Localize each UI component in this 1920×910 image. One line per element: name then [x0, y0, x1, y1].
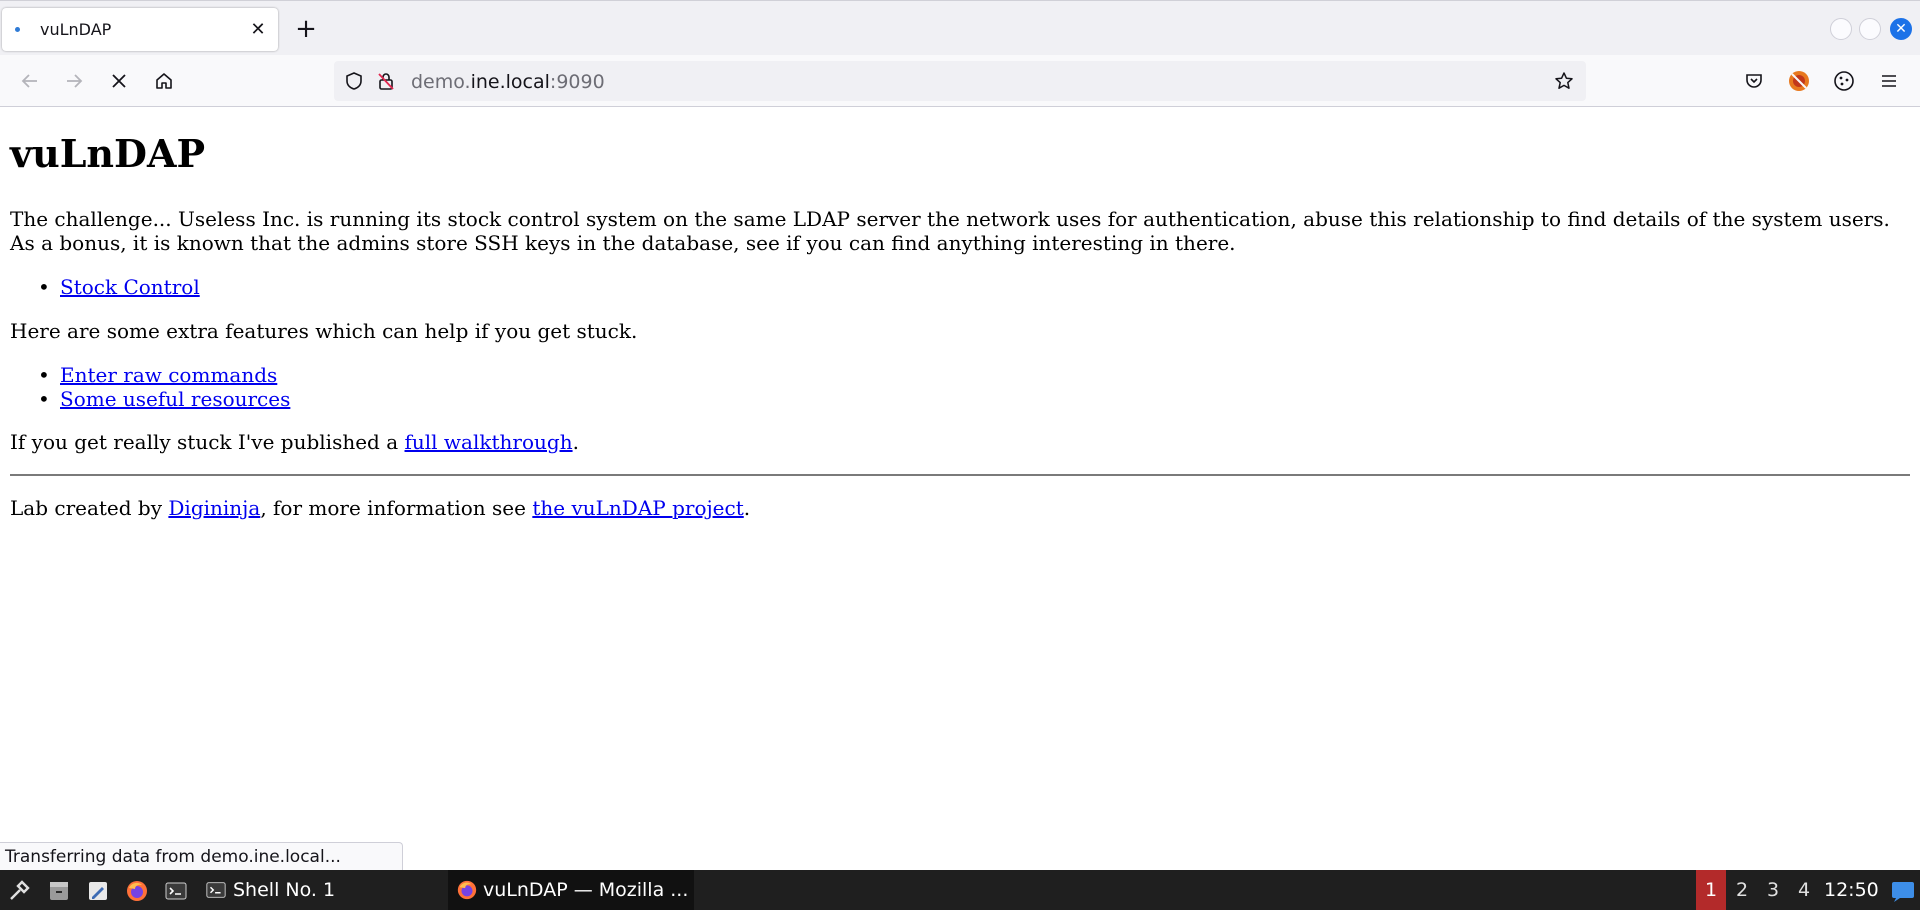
footer-middle-text: , for more information see — [260, 496, 533, 520]
file-cabinet-icon — [50, 882, 68, 900]
workspace-1-button[interactable]: 1 — [1696, 870, 1726, 910]
application-menu-button[interactable] — [6, 878, 32, 904]
extension-button[interactable] — [1782, 64, 1816, 98]
hamburger-menu-icon — [1882, 75, 1896, 87]
home-button[interactable] — [147, 64, 181, 98]
clock: 12:50 — [1824, 879, 1879, 901]
workspace-3-button[interactable]: 3 — [1758, 870, 1788, 910]
cookie-icon — [1834, 71, 1854, 91]
workspace-2-button[interactable]: 2 — [1727, 870, 1757, 910]
page-title: vuLnDAP — [10, 131, 206, 176]
tab-title: vuLnDAP — [40, 20, 112, 39]
status-bar: Transferring data from demo.ine.local... — [0, 842, 403, 870]
close-window-button[interactable]: ✕ — [1890, 18, 1912, 40]
forward-button[interactable] — [57, 64, 91, 98]
firefox-icon — [127, 881, 147, 901]
close-tab-icon[interactable]: ✕ — [244, 16, 272, 44]
walkthrough-link[interactable]: full walkthrough — [405, 430, 573, 454]
walkthrough-suffix-text: . — [572, 430, 579, 454]
cookie-extension-button[interactable] — [1827, 64, 1861, 98]
new-tab-button[interactable]: + — [290, 13, 322, 45]
page-content: vuLnDAP The challenge... Useless Inc. is… — [0, 107, 1920, 842]
url-subdomain: demo. — [411, 71, 471, 93]
project-link[interactable]: the vuLnDAP project — [532, 496, 743, 520]
url-port: :9090 — [549, 71, 605, 93]
stop-loading-button[interactable] — [102, 64, 136, 98]
list-item: Some useful resources — [38, 387, 290, 411]
footer-prefix-text: Lab created by — [10, 496, 169, 520]
insecure-lock-icon[interactable] — [376, 71, 396, 91]
workspace-4-button[interactable]: 4 — [1789, 870, 1819, 910]
terminal-launcher[interactable] — [163, 878, 189, 904]
firefox-icon — [457, 880, 477, 900]
stop-icon — [112, 74, 126, 88]
list-item: Stock Control — [38, 275, 200, 299]
app-menu-button[interactable] — [1872, 64, 1906, 98]
maximize-window-button[interactable] — [1859, 18, 1881, 40]
tab-vulndap[interactable]: vuLnDAP ✕ — [2, 8, 278, 51]
author-link[interactable]: Digininja — [168, 496, 260, 520]
tab-strip: vuLnDAP ✕ + ✕ — [0, 0, 1920, 55]
intro-paragraph-line-2: As a bonus, it is known that the admins … — [10, 231, 1236, 255]
url-host: ine.local — [470, 71, 550, 93]
text-editor-launcher[interactable] — [85, 878, 111, 904]
raw-commands-link[interactable]: Enter raw commands — [60, 363, 277, 387]
url-text[interactable]: demo.ine.local:9090 — [411, 71, 605, 93]
navigation-toolbar: demo.ine.local:9090 — [0, 55, 1920, 107]
walkthrough-prefix-text: If you get really stuck I've published a — [10, 430, 405, 454]
list-item: Enter raw commands — [38, 363, 277, 387]
loading-dot-icon — [15, 27, 20, 32]
url-bar[interactable]: demo.ine.local:9090 — [334, 61, 1586, 101]
pocket-icon — [1746, 74, 1762, 88]
terminal-icon — [165, 882, 187, 900]
forward-arrow-icon — [67, 74, 83, 88]
home-icon — [156, 73, 172, 89]
intro-paragraph-line-1: The challenge... Useless Inc. is running… — [10, 207, 1890, 231]
back-button[interactable] — [13, 64, 47, 98]
walkthrough-paragraph: If you get really stuck I've published a… — [10, 430, 579, 454]
useful-resources-link[interactable]: Some useful resources — [60, 387, 290, 411]
notification-icon — [1892, 882, 1914, 902]
terminal-icon — [206, 882, 226, 898]
stock-control-link[interactable]: Stock Control — [60, 275, 200, 299]
horizontal-divider — [10, 474, 1910, 476]
firefox-launcher[interactable] — [124, 878, 150, 904]
task-label: Shell No. 1 — [233, 879, 336, 901]
notifications-button[interactable] — [1890, 878, 1916, 904]
extra-features-text: Here are some extra features which can h… — [10, 319, 638, 343]
footer-suffix-text: . — [743, 496, 751, 520]
footer-credit: Lab created by Digininja, for more infor… — [10, 496, 750, 520]
minimize-window-button[interactable] — [1830, 18, 1852, 40]
taskbar-task-shell[interactable]: Shell No. 1 — [205, 870, 335, 910]
tools-icon — [10, 880, 30, 900]
blocked-extension-icon — [1789, 71, 1809, 91]
taskbar: Shell No. 1 vuLnDAP — Mozilla ... 1 2 3 … — [0, 870, 1920, 910]
file-manager-launcher[interactable] — [46, 878, 72, 904]
taskbar-task-firefox[interactable]: vuLnDAP — Mozilla ... — [448, 870, 694, 910]
text-editor-icon — [89, 882, 107, 900]
pocket-button[interactable] — [1737, 64, 1771, 98]
bookmark-star-icon[interactable] — [1554, 71, 1574, 91]
task-label: vuLnDAP — Mozilla ... — [483, 879, 689, 901]
back-arrow-icon — [21, 74, 37, 88]
tracking-protection-shield-icon[interactable] — [344, 71, 364, 91]
